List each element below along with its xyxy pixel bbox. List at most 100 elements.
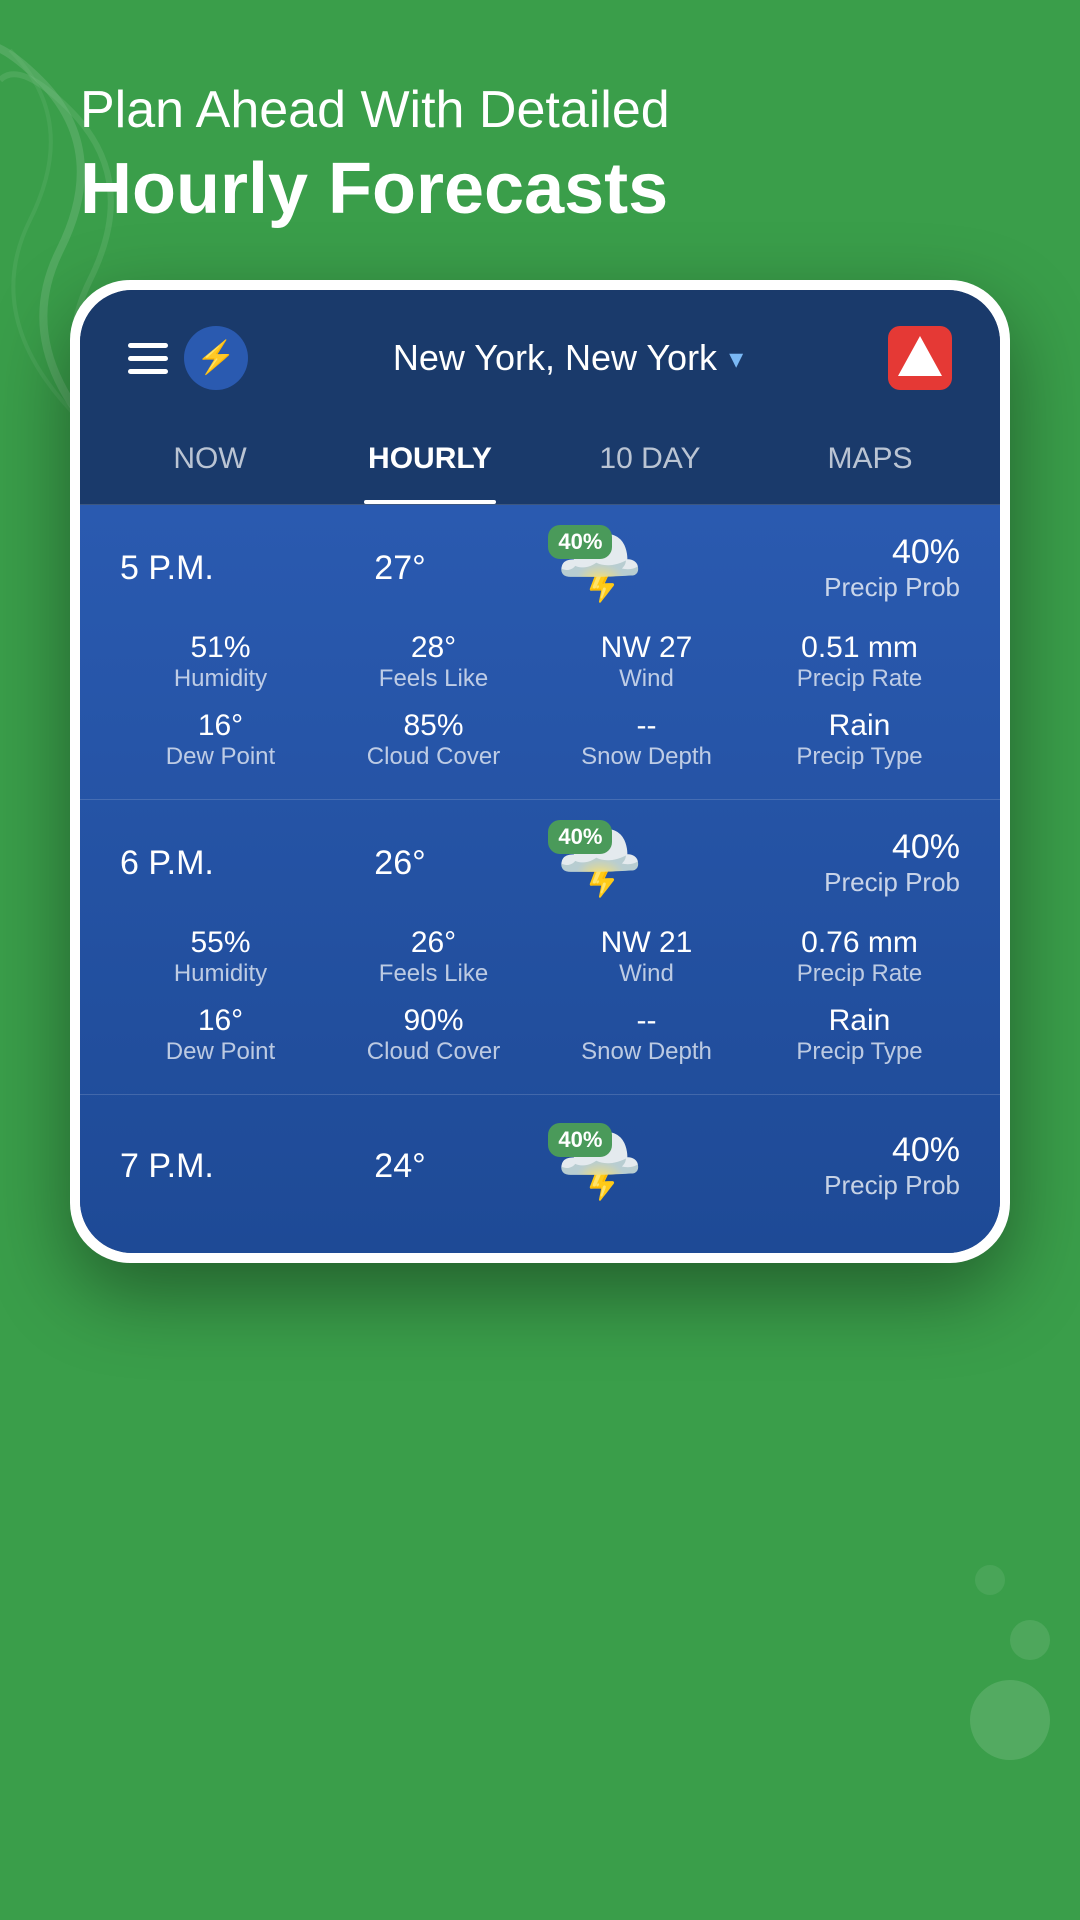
time-7pm: 7 P.M. [120, 1147, 300, 1186]
precip-prob-value-5pm: 40% [740, 533, 960, 572]
weather-icon-7pm: 🌩️ 40% [556, 1131, 643, 1201]
snow-depth-6pm: -- Snow Depth [546, 1004, 747, 1066]
cloud-cover-value-5pm: 85% [333, 709, 534, 743]
snow-depth-value-5pm: -- [546, 709, 747, 743]
time-5pm: 5 P.M. [120, 549, 300, 588]
precip-prob-label-7pm: Precip Prob [740, 1170, 960, 1201]
dew-point-value-5pm: 16° [120, 709, 321, 743]
forecast-main-5pm: 5 P.M. 27° 🌩️ 40% 40% Precip Prob [120, 533, 960, 603]
cloud-cover-6pm: 90% Cloud Cover [333, 1004, 534, 1066]
cloud-cover-label-5pm: Cloud Cover [333, 743, 534, 771]
precip-type-6pm: Rain Precip Type [759, 1004, 960, 1066]
precip-badge-7pm: 40% [548, 1123, 612, 1157]
precip-rate-value-6pm: 0.76 mm [759, 926, 960, 960]
precip-type-label-5pm: Precip Type [759, 743, 960, 771]
precip-rate-value-5pm: 0.51 mm [759, 631, 960, 665]
dew-point-5pm: 16° Dew Point [120, 709, 321, 771]
feels-like-6pm: 26° Feels Like [333, 926, 534, 988]
cloud-cover-5pm: 85% Cloud Cover [333, 709, 534, 771]
app-header: ⚡ New York, New York ▾ 1 [80, 290, 1000, 414]
precip-6pm: 40% Precip Prob [740, 828, 960, 898]
location-selector[interactable]: New York, New York ▾ [393, 337, 743, 379]
precip-prob-value-7pm: 40% [740, 1131, 960, 1170]
weather-icon-6pm: 🌩️ 40% [556, 828, 643, 898]
snow-depth-value-6pm: -- [546, 1004, 747, 1038]
tab-10day[interactable]: 10 DAY [540, 414, 760, 504]
promo-header: Plan Ahead With Detailed Hourly Forecast… [0, 0, 1080, 270]
feels-like-5pm: 28° Feels Like [333, 631, 534, 693]
tab-now[interactable]: NOW [100, 414, 320, 504]
bg-circles-decoration [860, 1320, 1060, 1820]
precip-type-5pm: Rain Precip Type [759, 709, 960, 771]
feels-like-label-5pm: Feels Like [333, 665, 534, 693]
humidity-label-5pm: Humidity [120, 665, 321, 693]
hamburger-menu-icon[interactable] [128, 343, 168, 374]
phone-screen: ⚡ New York, New York ▾ 1 NOW HOURLY 10 D… [80, 290, 1000, 1253]
precip-rate-5pm: 0.51 mm Precip Rate [759, 631, 960, 693]
phone-mockup: ⚡ New York, New York ▾ 1 NOW HOURLY 10 D… [70, 280, 1010, 1263]
temp-7pm: 24° [340, 1147, 460, 1186]
icon-area-6pm: 🌩️ 40% [500, 828, 700, 898]
icon-area-7pm: 🌩️ 40% [500, 1131, 700, 1201]
dew-point-6pm: 16° Dew Point [120, 1004, 321, 1066]
header-title: Hourly Forecasts [80, 148, 1020, 230]
tab-hourly[interactable]: HOURLY [320, 414, 540, 504]
location-text: New York, New York [393, 337, 717, 379]
snow-depth-label-5pm: Snow Depth [546, 743, 747, 771]
precip-prob-value-6pm: 40% [740, 828, 960, 867]
svg-text:⚡: ⚡ [196, 339, 236, 376]
humidity-6pm: 55% Humidity [120, 926, 321, 988]
alert-badge[interactable]: 1 [888, 326, 952, 390]
wind-6pm: NW 21 Wind [546, 926, 747, 988]
humidity-value-6pm: 55% [120, 926, 321, 960]
nav-tabs: NOW HOURLY 10 DAY MAPS [80, 414, 1000, 505]
forecast-row-7pm-partial: 7 P.M. 24° 🌩️ 40% 40% Precip Prob [80, 1095, 1000, 1253]
wind-5pm: NW 27 Wind [546, 631, 747, 693]
forecast-row-6pm: 6 P.M. 26° 🌩️ 40% 40% Precip Prob [80, 800, 1000, 1095]
details-row1-5pm: 51% Humidity 28° Feels Like NW 27 Wind 0… [120, 631, 960, 693]
humidity-value-5pm: 51% [120, 631, 321, 665]
precip-badge-5pm: 40% [548, 525, 612, 559]
app-logo-icon: ⚡ [184, 326, 248, 390]
dew-point-value-6pm: 16° [120, 1004, 321, 1038]
temp-5pm: 27° [340, 549, 460, 588]
precip-type-label-6pm: Precip Type [759, 1038, 960, 1066]
precip-type-value-5pm: Rain [759, 709, 960, 743]
humidity-5pm: 51% Humidity [120, 631, 321, 693]
wind-label-5pm: Wind [546, 665, 747, 693]
dew-point-label-5pm: Dew Point [120, 743, 321, 771]
wind-value-6pm: NW 21 [546, 926, 747, 960]
cloud-cover-value-6pm: 90% [333, 1004, 534, 1038]
precip-rate-6pm: 0.76 mm Precip Rate [759, 926, 960, 988]
details-row1-6pm: 55% Humidity 26° Feels Like NW 21 Wind 0… [120, 926, 960, 988]
precip-rate-label-5pm: Precip Rate [759, 665, 960, 693]
dew-point-label-6pm: Dew Point [120, 1038, 321, 1066]
forecast-content: 5 P.M. 27° 🌩️ 40% 40% Precip Prob [80, 505, 1000, 1253]
snow-depth-5pm: -- Snow Depth [546, 709, 747, 771]
alert-count: 1 [912, 345, 929, 379]
forecast-row-5pm: 5 P.M. 27° 🌩️ 40% 40% Precip Prob [80, 505, 1000, 800]
cloud-cover-label-6pm: Cloud Cover [333, 1038, 534, 1066]
icon-area-5pm: 🌩️ 40% [500, 533, 700, 603]
precip-badge-6pm: 40% [548, 820, 612, 854]
details-row2-5pm: 16° Dew Point 85% Cloud Cover -- Snow De… [120, 709, 960, 771]
precip-rate-label-6pm: Precip Rate [759, 960, 960, 988]
weather-icon-5pm: 🌩️ 40% [556, 533, 643, 603]
nav-logo-area[interactable]: ⚡ [128, 326, 248, 390]
header-subtitle: Plan Ahead With Detailed [80, 80, 1020, 140]
temp-6pm: 26° [340, 844, 460, 883]
precip-prob-label-6pm: Precip Prob [740, 867, 960, 898]
precip-7pm: 40% Precip Prob [740, 1131, 960, 1201]
time-6pm: 6 P.M. [120, 844, 300, 883]
precip-prob-label-5pm: Precip Prob [740, 572, 960, 603]
feels-like-value-6pm: 26° [333, 926, 534, 960]
humidity-label-6pm: Humidity [120, 960, 321, 988]
location-dropdown-icon: ▾ [729, 342, 743, 375]
feels-like-label-6pm: Feels Like [333, 960, 534, 988]
tab-maps[interactable]: MAPS [760, 414, 980, 504]
snow-depth-label-6pm: Snow Depth [546, 1038, 747, 1066]
bolt-snowflake-icon: ⚡ [194, 336, 238, 380]
details-row2-6pm: 16° Dew Point 90% Cloud Cover -- Snow De… [120, 1004, 960, 1066]
forecast-main-6pm: 6 P.M. 26° 🌩️ 40% 40% Precip Prob [120, 828, 960, 898]
precip-type-value-6pm: Rain [759, 1004, 960, 1038]
